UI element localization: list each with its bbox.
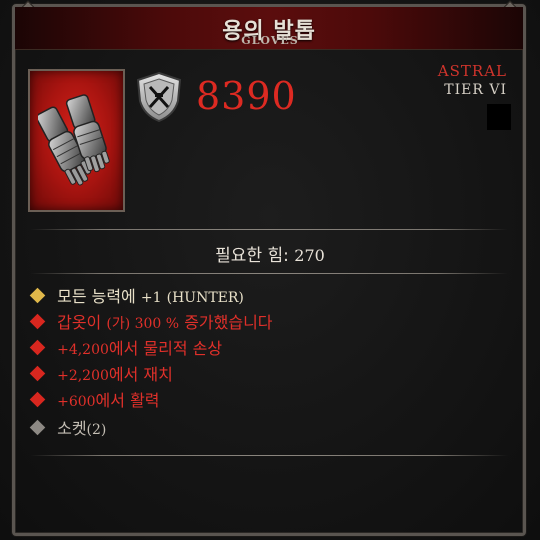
requirement-value: 270 (294, 246, 325, 265)
requirement-label: 필요한 힘: (215, 246, 289, 266)
socket-label: 소켓 (57, 419, 87, 438)
shield-icon (136, 71, 182, 123)
affix-line: 모든 능력에 +1 (HUNTER) (28, 285, 244, 309)
diamond-bullet-icon (29, 313, 46, 330)
affix-value: +4,200 (57, 342, 109, 358)
affix-class: (HUNTER) (166, 290, 244, 306)
item-rarity: ASTRAL (437, 62, 507, 80)
diamond-bullet-icon (29, 339, 46, 356)
affix-line: 소켓(2) (28, 417, 106, 441)
socket-count: (2) (86, 422, 107, 438)
affix-value: +600 (57, 394, 96, 410)
diamond-bullet-icon (29, 391, 46, 408)
affix-line: +2,200에서 재치 (28, 363, 173, 387)
affix-text: 갑옷이 (57, 313, 102, 332)
divider (30, 229, 508, 230)
affix-text: 모든 능력에 (57, 287, 136, 306)
divider (30, 273, 508, 274)
item-type: GLOVES (241, 34, 299, 47)
diamond-bullet-icon (29, 365, 46, 382)
affix-line: +4,200에서 물리적 손상 (28, 337, 222, 361)
tier-placeholder-box (487, 104, 511, 130)
affix-line: +600에서 활력 (28, 389, 160, 413)
affix-text: 에서 물리적 손상 (108, 339, 223, 358)
item-power: 8390 (196, 74, 297, 118)
affix-value: +2,200 (57, 368, 109, 384)
item-icon-frame (28, 69, 125, 212)
gloves-icon (38, 94, 110, 186)
affix-text: 증가했습니다 (184, 313, 273, 332)
affix-text: 에서 재치 (108, 365, 173, 384)
item-tooltip: 용의 발톱 GLOVES 8390 ASTRAL TIER VI 필요한 힘: … (0, 0, 540, 540)
divider (30, 455, 508, 456)
affix-value: (가) 300 % (106, 316, 180, 332)
diamond-bullet-icon (29, 287, 46, 304)
affix-line: 갑옷이 (가) 300 % 증가했습니다 (28, 311, 273, 335)
affix-value: +1 (140, 290, 162, 306)
diamond-bullet-icon (29, 419, 46, 436)
strength-requirement: 필요한 힘: 270 (0, 241, 540, 266)
item-tier: TIER VI (444, 82, 507, 98)
affix-text: 에서 활력 (95, 391, 160, 410)
